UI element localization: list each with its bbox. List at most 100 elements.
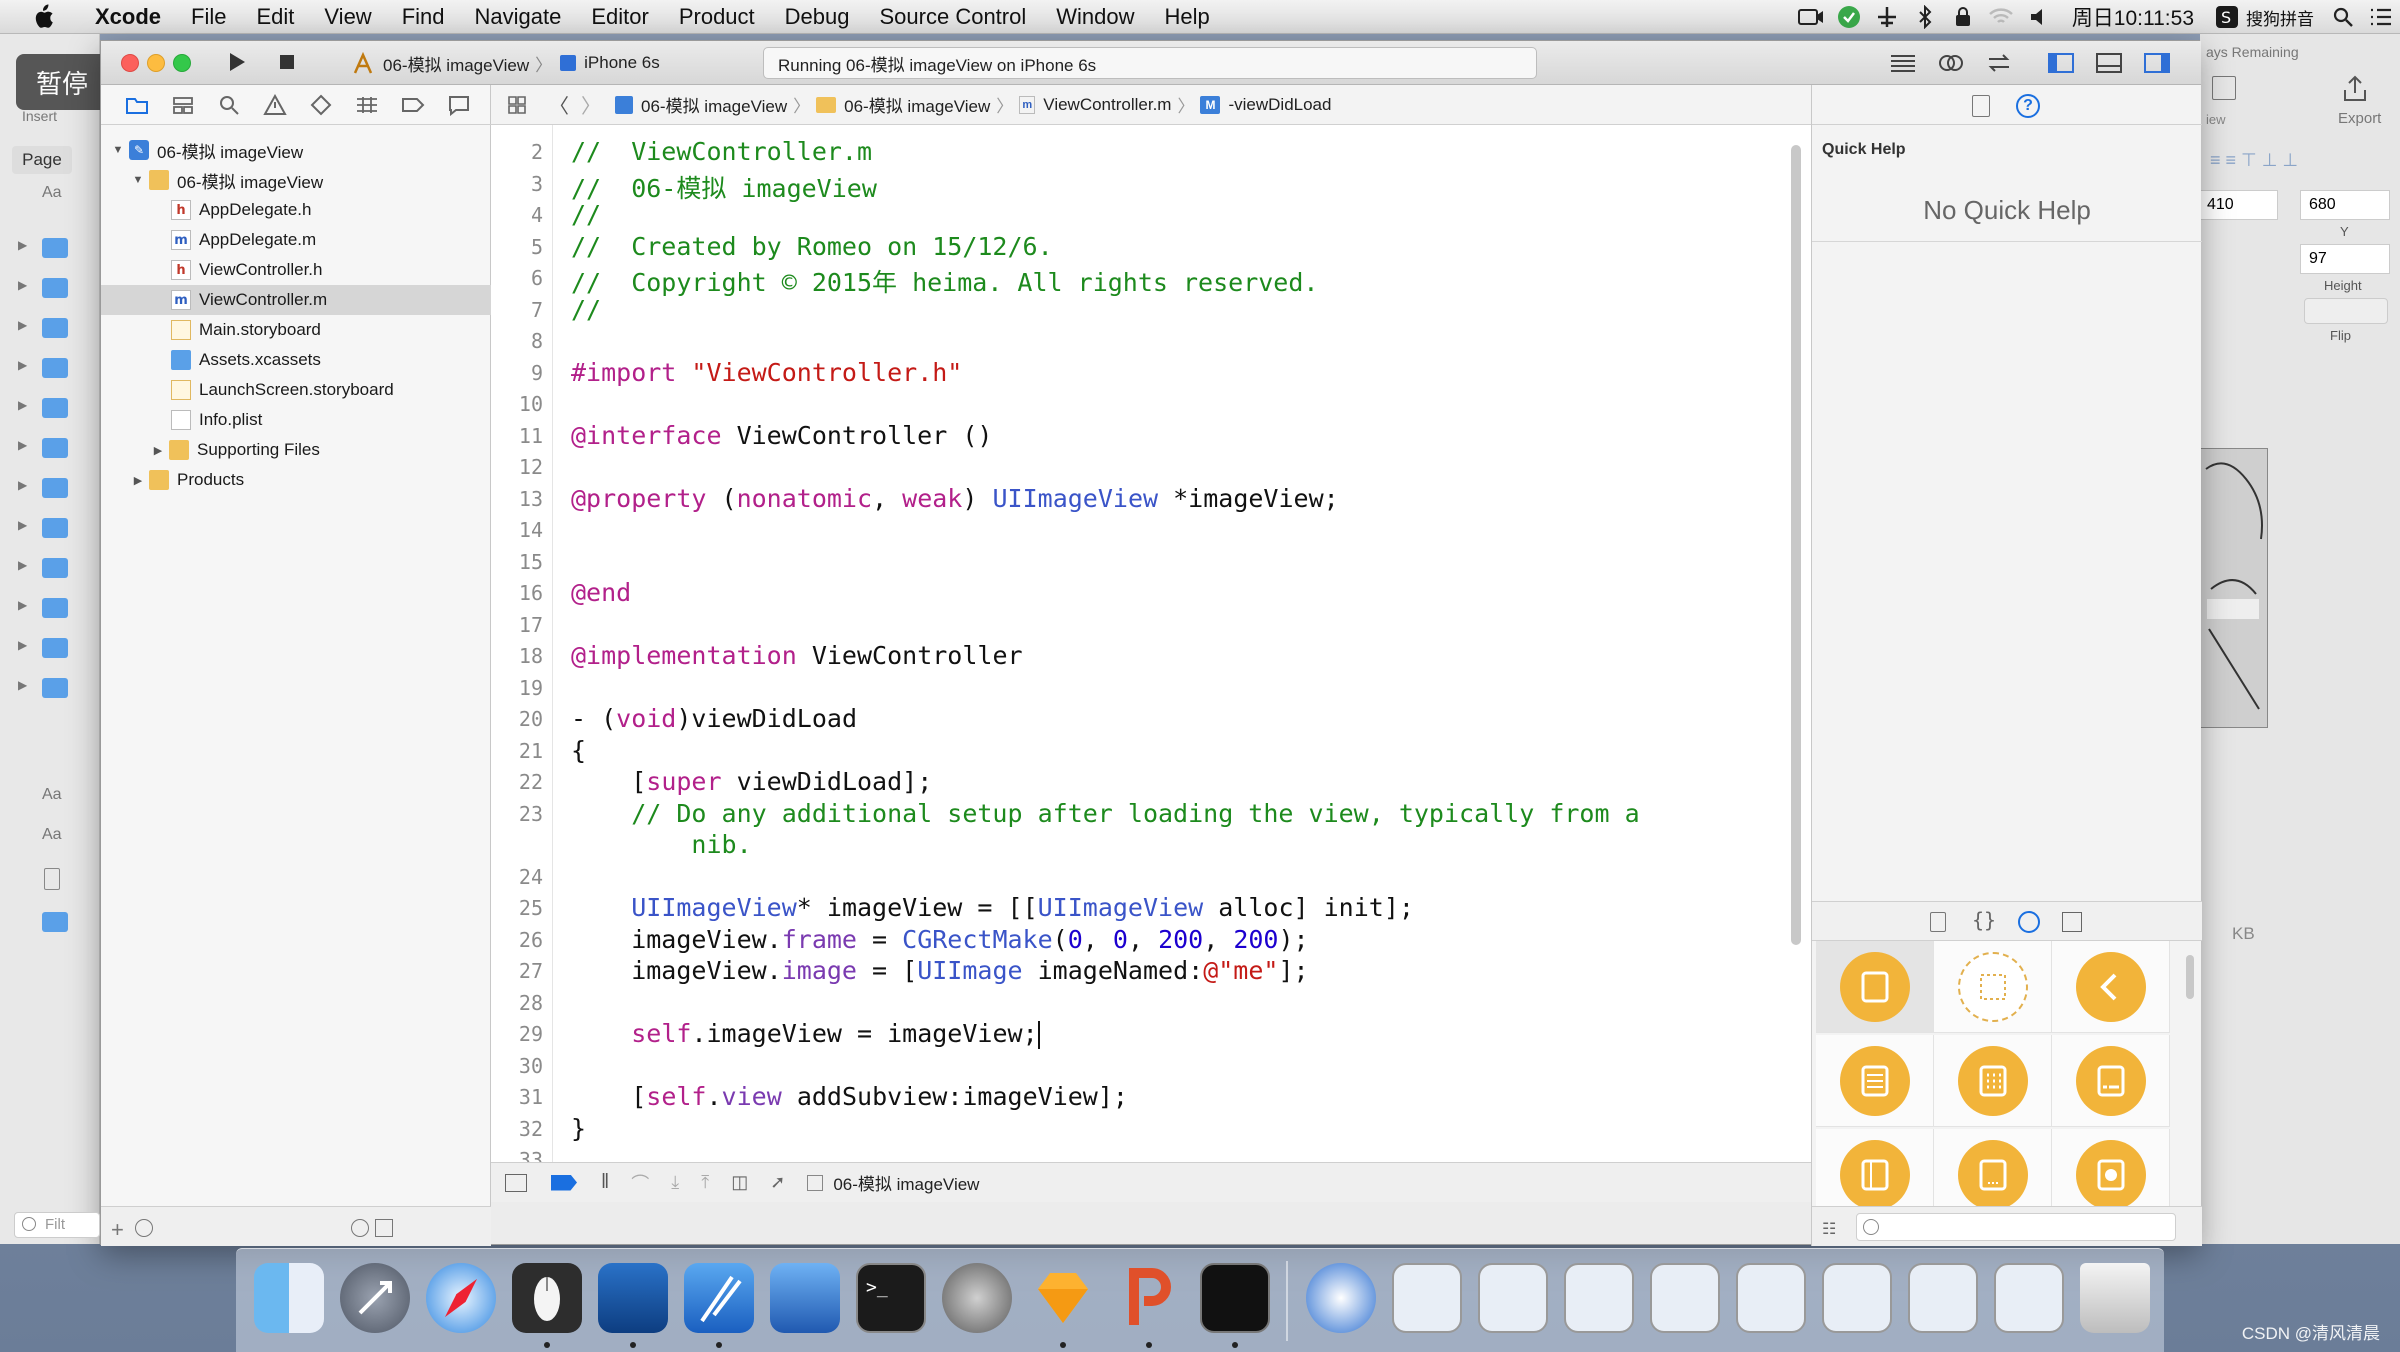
go-back-icon[interactable]: 〈	[549, 90, 569, 119]
breadcrumb-method[interactable]: -viewDidLoad	[1228, 95, 1331, 115]
source-editor[interactable]: 2 3 4 5 6 7 8 9 10 11 12 13 14 15 16 17 18 19 20 21 22 23 24 25…	[491, 125, 1811, 1162]
symbol-navigator-tab-icon[interactable]	[167, 90, 199, 120]
line-number[interactable]: 31	[491, 1085, 543, 1109]
folder-icon[interactable]	[42, 318, 68, 338]
line-number[interactable]: 7	[491, 298, 543, 322]
line-number[interactable]: 12	[491, 455, 543, 479]
tree-item-file[interactable]: LaunchScreen.storyboard	[101, 375, 491, 405]
line-number[interactable]: 23	[491, 802, 543, 826]
menu-help[interactable]: Help	[1150, 4, 1225, 30]
flip-buttons[interactable]	[2304, 298, 2388, 324]
add-file-icon[interactable]: +	[111, 1217, 124, 1243]
code-line[interactable]: imageView.image = [UIImage imageNamed:@"…	[571, 956, 1308, 985]
line-number[interactable]: 5	[491, 235, 543, 259]
code-line[interactable]: // Do any additional setup after loading…	[571, 799, 1639, 828]
height-field[interactable]: 97	[2300, 244, 2390, 274]
input-method-label[interactable]: 搜狗拼音	[2246, 5, 2324, 30]
code-snippet-library-icon[interactable]: {}	[1972, 908, 1996, 932]
folder-icon[interactable]	[42, 438, 68, 458]
folder-icon[interactable]	[42, 638, 68, 658]
code-line[interactable]: imageView.frame = CGRectMake(0, 0, 200, …	[571, 925, 1308, 954]
issue-navigator-tab-icon[interactable]	[259, 90, 291, 120]
scheme-selector[interactable]: 06-模拟 imageView 〉 iPhone 6s	[351, 48, 660, 78]
disclosure-open-icon[interactable]: ▼	[131, 173, 145, 187]
code-line[interactable]: // Created by Romeo on 15/12/6.	[571, 232, 1053, 261]
line-number[interactable]: 24	[491, 865, 543, 889]
line-number[interactable]: 21	[491, 739, 543, 763]
system-preferences-app-icon[interactable]	[942, 1263, 1012, 1333]
line-number-gutter[interactable]: 2 3 4 5 6 7 8 9 10 11 12 13 14 15 16 17 18 19 20 21 22 23 24 25…	[491, 125, 553, 1162]
tree-item-file[interactable]: Info.plist	[101, 405, 491, 435]
line-number[interactable]: 27	[491, 959, 543, 983]
tree-item-file[interactable]: Assets.xcassets	[101, 345, 491, 375]
toggle-utilities-icon[interactable]	[2137, 48, 2177, 78]
powerpoint-app-icon[interactable]	[1114, 1263, 1184, 1333]
menu-window[interactable]: Window	[1041, 4, 1149, 30]
mouse-app-icon[interactable]	[512, 1263, 582, 1333]
screenshot-thumbnail-icon[interactable]	[1392, 1263, 1462, 1333]
menu-file[interactable]: File	[176, 4, 241, 30]
tree-item-group[interactable]: ▶ Products	[101, 465, 491, 495]
filter-options-icon[interactable]	[135, 1219, 153, 1237]
library-item[interactable]	[1816, 941, 1934, 1033]
tree-item-file[interactable]: m AppDelegate.m	[101, 225, 491, 255]
page-tab[interactable]: Page	[12, 146, 72, 174]
editor-scrollbar[interactable]	[1791, 145, 1801, 945]
step-over-icon[interactable]: ⌒	[631, 1170, 649, 1196]
trash-icon[interactable]	[2080, 1263, 2150, 1333]
test-navigator-tab-icon[interactable]	[305, 90, 337, 120]
screenshot-thumbnail-icon[interactable]	[1478, 1263, 1548, 1333]
preview-app-icon[interactable]	[598, 1263, 668, 1333]
code-line[interactable]: UIImageView* imageView = [[UIImageView a…	[571, 893, 1414, 922]
wifi-icon[interactable]	[1982, 0, 2020, 34]
code-line[interactable]: // 06-模拟 imageView	[571, 169, 877, 205]
disclosure-closed-icon[interactable]: ▶	[151, 443, 165, 457]
toggle-debug-area-icon[interactable]	[2089, 48, 2129, 78]
folder-icon[interactable]	[42, 518, 68, 538]
export-icon[interactable]	[2340, 74, 2380, 104]
folder-icon[interactable]	[42, 238, 68, 258]
code-line[interactable]: //	[571, 200, 601, 229]
folder-icon[interactable]	[42, 398, 68, 418]
bluetooth-icon[interactable]	[1906, 0, 1944, 34]
library-item[interactable]	[1934, 941, 2052, 1033]
related-items-icon[interactable]	[505, 93, 529, 117]
align-tools[interactable]: ≡ ≡ ⊤ ⊥ ⊥	[2210, 150, 2390, 170]
debug-target-name[interactable]: 06-模拟 imageView	[833, 1170, 979, 1195]
close-window-icon[interactable]	[121, 54, 139, 72]
breadcrumb-project[interactable]: 06-模拟 imageView	[641, 92, 787, 117]
version-editor-icon[interactable]	[1979, 48, 2019, 78]
screenshot-thumbnail-icon[interactable]	[1564, 1263, 1634, 1333]
library-item[interactable]	[2052, 1035, 2170, 1127]
code-line[interactable]: @end	[571, 578, 631, 607]
code-line[interactable]: {	[571, 736, 586, 765]
line-number[interactable]: 13	[491, 487, 543, 511]
code-line[interactable]: [self.view addSubview:imageView];	[571, 1082, 1128, 1111]
menu-clock[interactable]: 周日10:11:53	[2058, 2, 2208, 32]
tree-item-file[interactable]: Main.storyboard	[101, 315, 491, 345]
menu-editor[interactable]: Editor	[576, 4, 663, 30]
notification-center-icon[interactable]	[2362, 0, 2400, 34]
y-field[interactable]: 680	[2300, 190, 2390, 220]
folder-icon[interactable]	[42, 558, 68, 578]
finder-app-icon[interactable]	[254, 1263, 324, 1333]
safari-app-icon[interactable]	[426, 1263, 496, 1333]
folder-icon[interactable]	[42, 912, 68, 932]
line-number[interactable]: 26	[491, 928, 543, 952]
line-number[interactable]: 20	[491, 707, 543, 731]
terminal-app-icon[interactable]: >_	[856, 1263, 926, 1333]
airplane-icon[interactable]	[1868, 0, 1906, 34]
folder-icon[interactable]	[42, 358, 68, 378]
line-number[interactable]: 22	[491, 770, 543, 794]
folder-icon[interactable]	[42, 478, 68, 498]
apple-menu-icon[interactable]	[28, 2, 58, 32]
code-line[interactable]: @implementation ViewController	[571, 641, 1023, 670]
code-line[interactable]: #import "ViewController.h"	[571, 358, 962, 387]
green-app-icon[interactable]	[1830, 0, 1868, 34]
list-view-toggle-icon[interactable]: ☷	[1822, 1219, 1836, 1239]
file-template-library-icon[interactable]	[1930, 912, 1946, 932]
tree-item-project[interactable]: ▼ ✎ 06-模拟 imageView	[101, 135, 491, 165]
breakpoint-navigator-tab-icon[interactable]	[397, 90, 429, 120]
tree-item-group[interactable]: ▼ 06-模拟 imageView	[101, 165, 491, 195]
standard-editor-icon[interactable]	[1883, 48, 1923, 78]
